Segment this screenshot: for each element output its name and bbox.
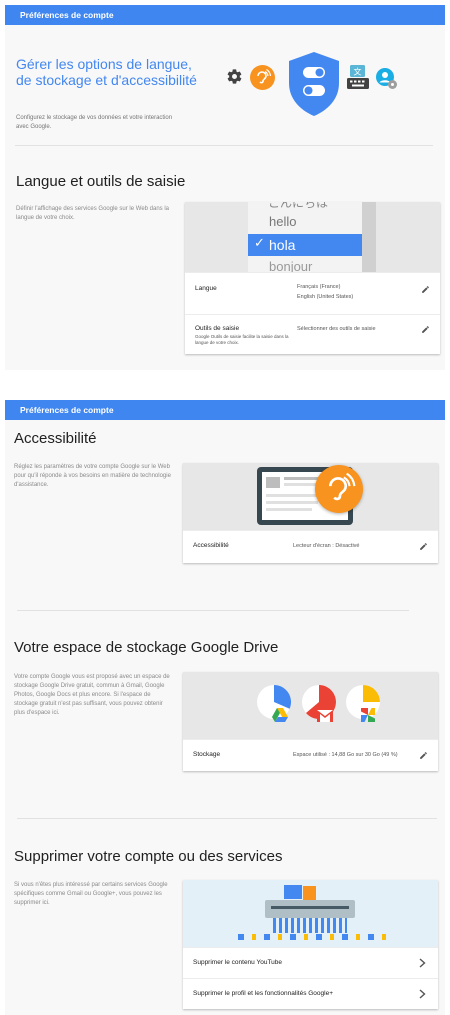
accessibility-section-description: Réglez les paramètres de votre compte Go… [14,464,171,488]
input-tools-row-value: Sélectionner des outils de saisie [297,326,376,332]
language-option-es-selected: ✓ hola [248,234,362,256]
gear-icon [227,69,242,84]
confetti-illustration [238,934,388,940]
language-row-label: Langue [195,285,217,292]
input-tools-row[interactable]: Outils de saisie Google Outils de saisie… [185,314,440,354]
edit-icon[interactable] [419,542,428,551]
language-option-fr: bonjour [269,259,313,272]
delete-section-title: Supprimer votre compte ou des services [14,848,283,865]
hero-divider [15,145,433,146]
language-card: こんにちは hello ✓ hola bonjour Langue França… [185,202,440,354]
top-bar: Préférences de compte [5,400,445,420]
edit-icon[interactable] [421,325,430,334]
account-preferences-panel-top: Préférences de compte Gérer les options … [5,5,445,370]
top-bar: Préférences de compte [5,5,445,25]
delete-youtube-row[interactable]: Supprimer le contenu YouTube [183,947,438,978]
language-value-secondary: English (United States) [297,294,354,300]
language-row[interactable]: Langue Français (France) English (United… [185,272,440,314]
chevron-right-icon [419,989,426,999]
account-preferences-panel-bottom: Préférences de compte Accessibilité Régl… [5,400,445,1015]
hearing-icon [250,65,275,90]
top-bar-title: Préférences de compte [20,405,114,415]
accessibility-row-value: Lecteur d'écran : Désactivé [293,543,360,549]
svg-text:文: 文 [354,67,362,77]
delete-section-description: Si vous n'êtes plus intéressé par certai… [14,882,168,906]
selected-language-label: hola [269,237,296,253]
accessibility-card: Accessibilité Lecteur d'écran : Désactiv… [183,463,438,563]
language-picker-illustration: こんにちは hello ✓ hola bonjour [185,202,440,272]
storage-illustration [183,672,438,739]
gmail-icon [317,710,333,722]
accessibility-section-title: Accessibilité [14,430,97,447]
storage-section-title: Votre espace de stockage Google Drive [14,639,279,656]
language-option-ja: こんにちは [268,202,329,210]
google-photos-icon [361,708,375,722]
document-illustration [303,886,316,901]
storage-row[interactable]: Stockage Espace utilisé : 14,88 Go sur 3… [183,739,438,771]
hero-description: Configurez le stockage de vos données et… [16,115,173,130]
delete-google-plus-label: Supprimer le profil et les fonctionnalit… [193,990,334,997]
delete-card: Supprimer le contenu YouTube Supprimer l… [183,880,438,1009]
top-bar-title: Préférences de compte [20,10,114,20]
account-settings-icon [376,68,397,89]
input-tools-row-label: Outils de saisie [195,325,240,332]
picker-shadow [362,202,376,272]
storage-section-description: Votre compte Google vous est proposé ave… [14,674,170,716]
delete-youtube-label: Supprimer le contenu YouTube [193,959,283,966]
storage-card: Stockage Espace utilisé : 14,88 Go sur 3… [183,672,438,771]
delete-illustration [183,880,438,947]
hearing-icon [315,465,363,513]
storage-row-label: Stockage [193,751,221,758]
delete-google-plus-row[interactable]: Supprimer le profil et les fonctionnalit… [183,978,438,1009]
edit-icon[interactable] [419,751,428,760]
check-icon: ✓ [254,236,265,251]
hero-title: Gérer les options de langue, de stockage… [16,56,197,88]
language-value-primary: Français (France) [297,284,341,290]
folder-illustration [284,885,302,899]
language-option-en: hello [269,214,297,229]
shredder-illustration [265,900,355,918]
accessibility-row[interactable]: Accessibilité Lecteur d'écran : Désactiv… [183,530,438,563]
language-list: こんにちは hello ✓ hola bonjour [248,202,362,272]
accessibility-row-label: Accessibilité [193,542,229,549]
google-drive-icon [272,708,288,722]
storage-row-value: Espace utilisé : 14,88 Go sur 30 Go (49 … [293,752,398,758]
keyboard-translate-icon: 文 [347,65,369,89]
accessibility-illustration [183,463,438,530]
shredded-strips [273,918,347,933]
shield-icon [289,52,339,116]
edit-icon[interactable] [421,285,430,294]
language-section-title: Langue et outils de saisie [16,173,186,190]
accessibility-divider [17,610,409,611]
language-row-values: Français (France) English (United States… [297,282,353,302]
language-section-description: Définir l'affichage des services Google … [16,206,170,221]
chevron-right-icon [419,958,426,968]
input-tools-row-sublabel: Google Outils de saisie facilite la sais… [195,334,289,345]
storage-divider [17,818,437,819]
